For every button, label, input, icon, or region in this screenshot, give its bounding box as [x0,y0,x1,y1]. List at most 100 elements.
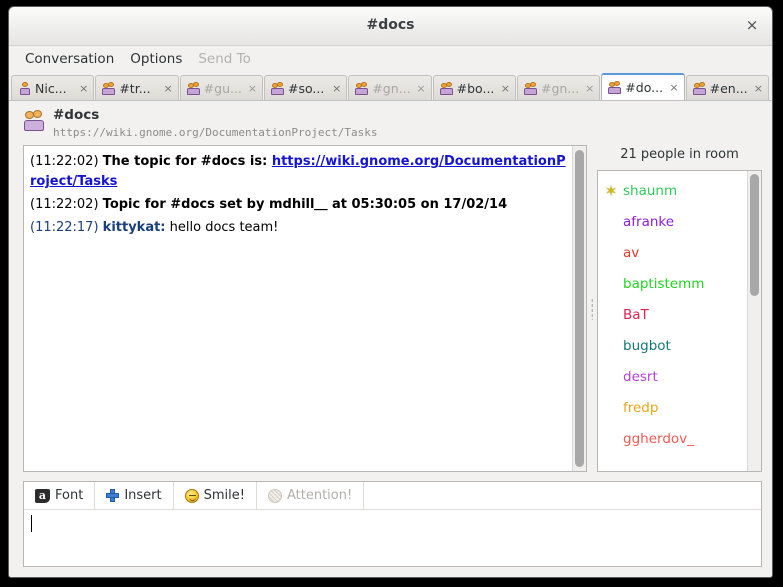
menu-bar: Conversation Options Send To [9,46,772,73]
font-icon: a [35,488,50,503]
message-log: (11:22:02) The topic for #docs is: https… [24,146,572,471]
tab-label: #gu... [203,80,242,96]
smiley-icon [184,488,199,503]
user-name: afranke [623,213,675,230]
tab-close-icon[interactable]: × [500,82,510,95]
group-icon [608,81,622,94]
chat-pane: (11:22:02) The topic for #docs is: https… [23,145,587,472]
message-text: hello docs team! [165,220,279,235]
list-item[interactable]: fredp [600,392,747,423]
tab-bo[interactable]: #bo... × [432,75,516,100]
tab-tr[interactable]: #tr... × [95,75,179,100]
group-icon [523,82,537,95]
insert-button-label: Insert [124,487,162,503]
message-topic-set: (11:22:02) Topic for #docs set by mdhill… [30,195,567,215]
operator-star-icon: ✶ [604,181,618,200]
group-icon [692,82,706,95]
list-item[interactable]: afranke [600,206,747,237]
group-icon [186,82,200,95]
tab-close-icon[interactable]: × [247,82,257,95]
group-icon [270,82,284,95]
user-name: av [623,244,640,261]
tab-close-icon[interactable]: × [753,82,763,95]
user-name: fredp [623,399,659,416]
pane-splitter[interactable] [587,145,597,472]
user-name: baptistemm [623,275,705,292]
message-timestamp: (11:22:17) [30,220,99,235]
user-name: BaT [623,306,649,323]
group-icon [102,82,116,95]
tab-docs[interactable]: #do... × [601,73,685,100]
message-topic-link: (11:22:02) The topic for #docs is: https… [30,152,567,192]
tab-label: #do... [625,80,664,95]
tab-label: #gn... [540,80,580,96]
user-name: desrt [623,368,658,385]
tab-nic[interactable]: Nic... × [11,75,95,100]
list-item[interactable]: desrt [600,361,747,392]
user-list: ✶ shaunm afranke av baptistemm BaT bugbo… [598,171,747,471]
person-icon [18,81,31,95]
close-icon[interactable]: × [742,16,762,36]
message-entry-area: a Font Insert Smile! Attention! [23,481,762,567]
list-item[interactable]: ggherdov_ [600,423,747,454]
tab-close-icon[interactable]: × [331,82,341,95]
user-name: bugbot [623,337,671,354]
user-name: ggherdov_ [623,430,694,447]
tab-label: #so... [287,80,325,96]
tab-gn-2[interactable]: #gn... × [516,75,601,100]
list-item[interactable]: bugbot [600,330,747,361]
user-list-box: ✶ shaunm afranke av baptistemm BaT bugbo… [597,170,762,472]
group-icon [439,82,453,95]
tab-label: #tr... [119,80,151,96]
splitter-grip-icon [591,297,593,320]
window-title: #docs [366,17,415,33]
message-timestamp: (11:22:02) [30,197,99,212]
tab-close-icon[interactable]: × [415,82,425,95]
list-item[interactable]: BaT [600,299,747,330]
tab-close-icon[interactable]: × [584,82,594,95]
list-item[interactable]: av [600,237,747,268]
user-name: shaunm [623,182,678,199]
message-nickname[interactable]: kittykat: [103,220,166,235]
channel-name: #docs [53,107,100,123]
smile-button[interactable]: Smile! [174,482,257,509]
tab-label: Nic... [35,80,67,96]
user-list-scrollbar-thumb[interactable] [750,174,759,296]
attention-icon [267,488,282,503]
list-item[interactable]: ✶ shaunm [600,175,747,206]
tab-close-icon[interactable]: × [668,81,678,94]
panes: (11:22:02) The topic for #docs is: https… [9,145,772,472]
tab-label: #en... [709,80,748,96]
title-bar: #docs × [9,7,772,46]
user-list-scrollbar[interactable] [747,171,761,471]
chat-scrollbar-thumb[interactable] [575,150,584,467]
tab-gn-1[interactable]: #gn... × [348,75,432,100]
attention-button-label: Attention! [286,487,353,503]
tab-so[interactable]: #so... × [263,75,348,100]
message-user: (11:22:17) kittykat: hello docs team! [30,218,567,238]
format-toolbar: a Font Insert Smile! Attention! [24,482,761,510]
tab-en[interactable]: #en... × [685,75,769,100]
tab-close-icon[interactable]: × [162,82,172,95]
insert-button[interactable]: Insert [95,482,174,509]
attention-button: Attention! [257,482,365,509]
tab-close-icon[interactable]: × [78,82,88,95]
menu-item-conversation[interactable]: Conversation [18,49,123,70]
menu-item-options[interactable]: Options [123,49,191,70]
smile-button-label: Smile! [203,487,245,503]
message-text: Topic for #docs set by mdhill⸏ at 05:30:… [102,197,508,212]
plus-icon [106,489,120,502]
tab-bar: Nic... × #tr... × #gu... × #so... × #gn.… [9,73,772,101]
tab-gu[interactable]: #gu... × [179,75,263,100]
conversation-header: #docs https://wiki.gnome.org/Documentati… [9,101,772,145]
conversation-window: #docs × Conversation Options Send To Nic… [8,6,773,578]
channel-topic: https://wiki.gnome.org/DocumentationProj… [53,126,378,139]
chat-scrollbar[interactable] [572,146,586,471]
message-input[interactable] [24,510,761,566]
menu-item-send-to: Send To [198,51,251,67]
group-icon [23,110,45,132]
font-button-label: Font [55,487,84,503]
font-button[interactable]: a Font [24,482,96,509]
list-item[interactable]: baptistemm [600,268,747,299]
tab-label: #gn... [372,80,411,96]
